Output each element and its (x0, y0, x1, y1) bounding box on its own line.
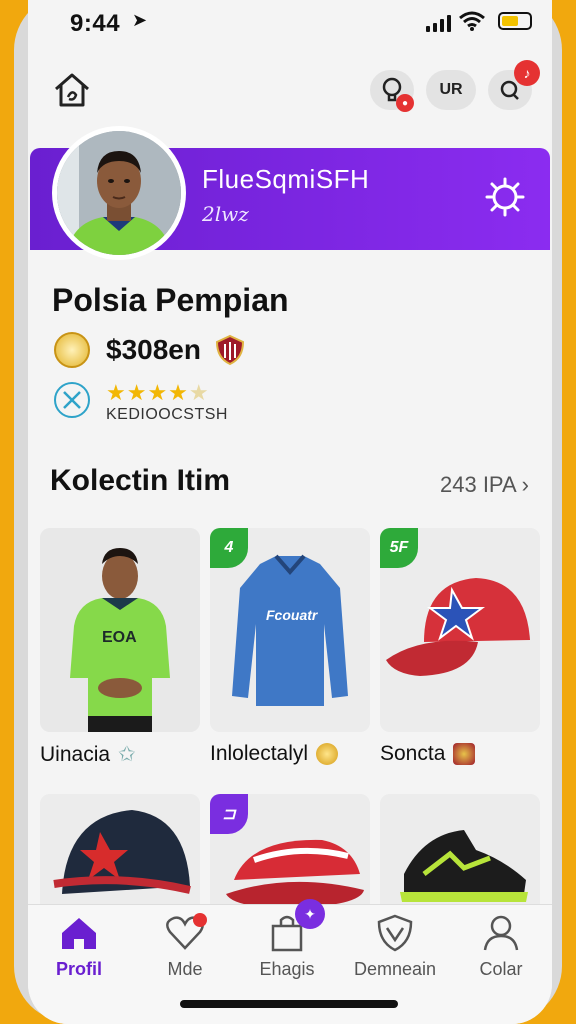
balance-row: $308en (54, 332, 245, 368)
tab-label: Ehagis (259, 959, 315, 979)
tab-label: Colar (479, 959, 523, 979)
rating-label: KEDIOOCSTSH (106, 406, 228, 423)
notifications-button[interactable]: ● (370, 70, 414, 112)
profile-name: Polsia Pempian (52, 282, 289, 318)
profile-avatar[interactable] (52, 126, 186, 260)
collection-item-cap[interactable]: 5F (380, 528, 540, 732)
banner-username: FlueSqmiSFH (202, 164, 370, 194)
rating-stars: ★★★★★ (106, 380, 210, 405)
coin-icon (54, 332, 90, 368)
chevron-right-icon: › (521, 472, 529, 497)
tab-profil[interactable]: Profil (28, 913, 134, 993)
location-icon: ➤ (132, 10, 148, 30)
item-label: Inlolectalyl (210, 742, 339, 766)
svg-text:Fcouatr: Fcouatr (266, 607, 319, 623)
status-time: 9:44 (70, 10, 121, 37)
tab-label: Profil (55, 959, 102, 979)
message-badge: ♪ (514, 60, 540, 86)
avatar-initials-button[interactable]: UR (426, 70, 476, 110)
player-photo: EOA (40, 528, 200, 732)
tab-badge: ✦ (295, 899, 325, 929)
tab-mde[interactable]: Mde (130, 913, 240, 993)
item-label: Soncta (380, 742, 476, 766)
home-button[interactable] (50, 68, 94, 112)
home-indicator[interactable] (180, 1000, 398, 1008)
collection-see-all-link[interactable]: 243 IPA › (440, 472, 529, 498)
notification-badge: ● (396, 94, 414, 112)
house-icon (55, 73, 89, 107)
collection-count: 243 IPA (440, 472, 516, 497)
tools-icon (54, 382, 90, 418)
collection-item-jersey[interactable]: EOA (40, 528, 200, 732)
banner-subtitle: 2lwz (202, 202, 249, 226)
player-portrait (57, 131, 181, 255)
heart-icon (165, 913, 207, 953)
tab-demneain[interactable]: Demneain (340, 913, 450, 993)
app-screen: 9:44 ➤ ● UR ♪ FlueSqmiSFH 2lwz Polsia Pe… (28, 0, 552, 1024)
collection-title: Kolectin Itim (50, 464, 231, 497)
tab-colar[interactable]: Colar (446, 913, 552, 993)
tab-badge (193, 913, 207, 927)
tab-label: Demneain (353, 959, 437, 979)
gold-badge-icon (316, 743, 339, 765)
messages-button[interactable]: ♪ (488, 60, 540, 110)
cellular-signal-icon (426, 14, 451, 32)
club-crest-icon (215, 334, 244, 366)
svg-text:EOA: EOA (102, 629, 137, 646)
crest-badge-icon (453, 743, 476, 765)
battery-icon (498, 12, 532, 30)
person-icon (481, 913, 521, 953)
collection-item-jacket[interactable]: Fcouatr 4 (210, 528, 370, 732)
wifi-icon (459, 11, 485, 31)
settings-gear-icon[interactable] (484, 176, 526, 218)
shield-icon (375, 913, 415, 953)
tab-label: Mde (167, 959, 203, 979)
status-bar: 9:44 ➤ (28, 0, 552, 48)
tab-ehagis[interactable]: ✦ Ehagis (232, 899, 342, 993)
house-icon (59, 913, 99, 953)
bag-icon: ✦ (267, 899, 325, 953)
star-badge-icon: ✩ (118, 743, 136, 766)
item-label: Uinacia ✩ (40, 742, 136, 767)
top-nav: ● UR ♪ (28, 60, 552, 120)
balance-value: $308en (106, 334, 201, 365)
